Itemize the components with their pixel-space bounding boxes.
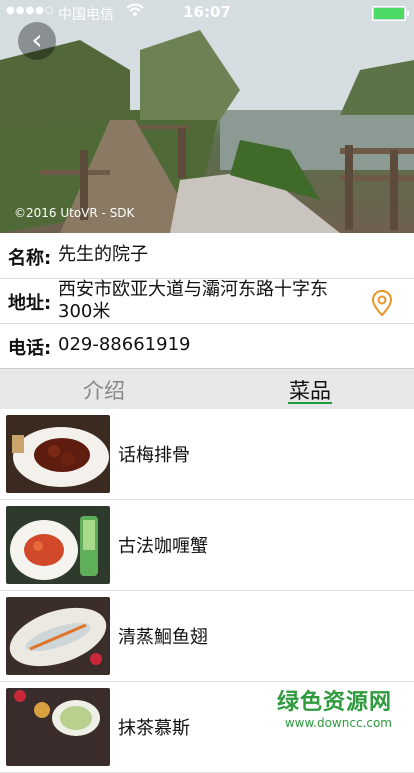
dish-name: 古法咖喱蟹 [118,536,208,557]
dish-name: 抹茶慕斯 [118,718,190,739]
location-pin-icon[interactable] [371,289,393,321]
dish-name: 话梅排骨 [118,445,190,466]
info-row-address[interactable]: 地址: 西安市欧亚大道与灞河东路十字东300米 [0,278,414,324]
tab-intro[interactable]: 介绍 [44,375,164,405]
watermark-url: www.downcc.com [284,716,392,730]
chevron-left-icon: ‹ [31,23,43,56]
dish-item[interactable]: 话梅排骨 [0,409,414,500]
info-row-phone[interactable]: 电话: 029-88661919 [0,323,414,368]
panorama-view[interactable]: ●●●●○ 中国电信 16:07 ‹ ©2016 UtoVR - SDK [0,0,414,233]
phone-value[interactable]: 029-88661919 [58,334,344,356]
site-watermark: 绿色资源网 www.downcc.com [277,684,392,730]
active-tab-indicator [288,402,332,404]
panorama-copyright: ©2016 UtoVR - SDK [14,206,135,220]
watermark-title: 绿色资源网 [276,690,392,715]
address-label: 地址: [8,293,52,314]
status-bar: ●●●●○ 中国电信 16:07 [0,0,414,26]
dish-item[interactable]: 古法咖喱蟹 [0,500,414,591]
dish-item[interactable]: 清蒸鮰鱼翅 [0,591,414,682]
tab-dishes[interactable]: 菜品 [250,375,370,405]
phone-label: 电话: [8,338,52,359]
dish-photo [6,506,110,584]
status-time: 16:07 [183,3,231,21]
name-value: 先生的院子 [58,244,148,265]
dish-photo [6,415,110,493]
address-value: 西安市欧亚大道与灞河东路十字东300米 [58,279,328,322]
name-label: 名称: [8,248,52,269]
dish-name: 清蒸鮰鱼翅 [118,627,208,648]
battery-icon [372,6,409,21]
back-button[interactable]: ‹ [18,22,56,60]
dish-photo [6,688,110,766]
panorama-scene [0,0,414,233]
dish-photo [6,597,110,675]
tab-bar: 介绍 菜品 [0,368,414,409]
info-row-name: 名称: 先生的院子 [0,233,414,279]
